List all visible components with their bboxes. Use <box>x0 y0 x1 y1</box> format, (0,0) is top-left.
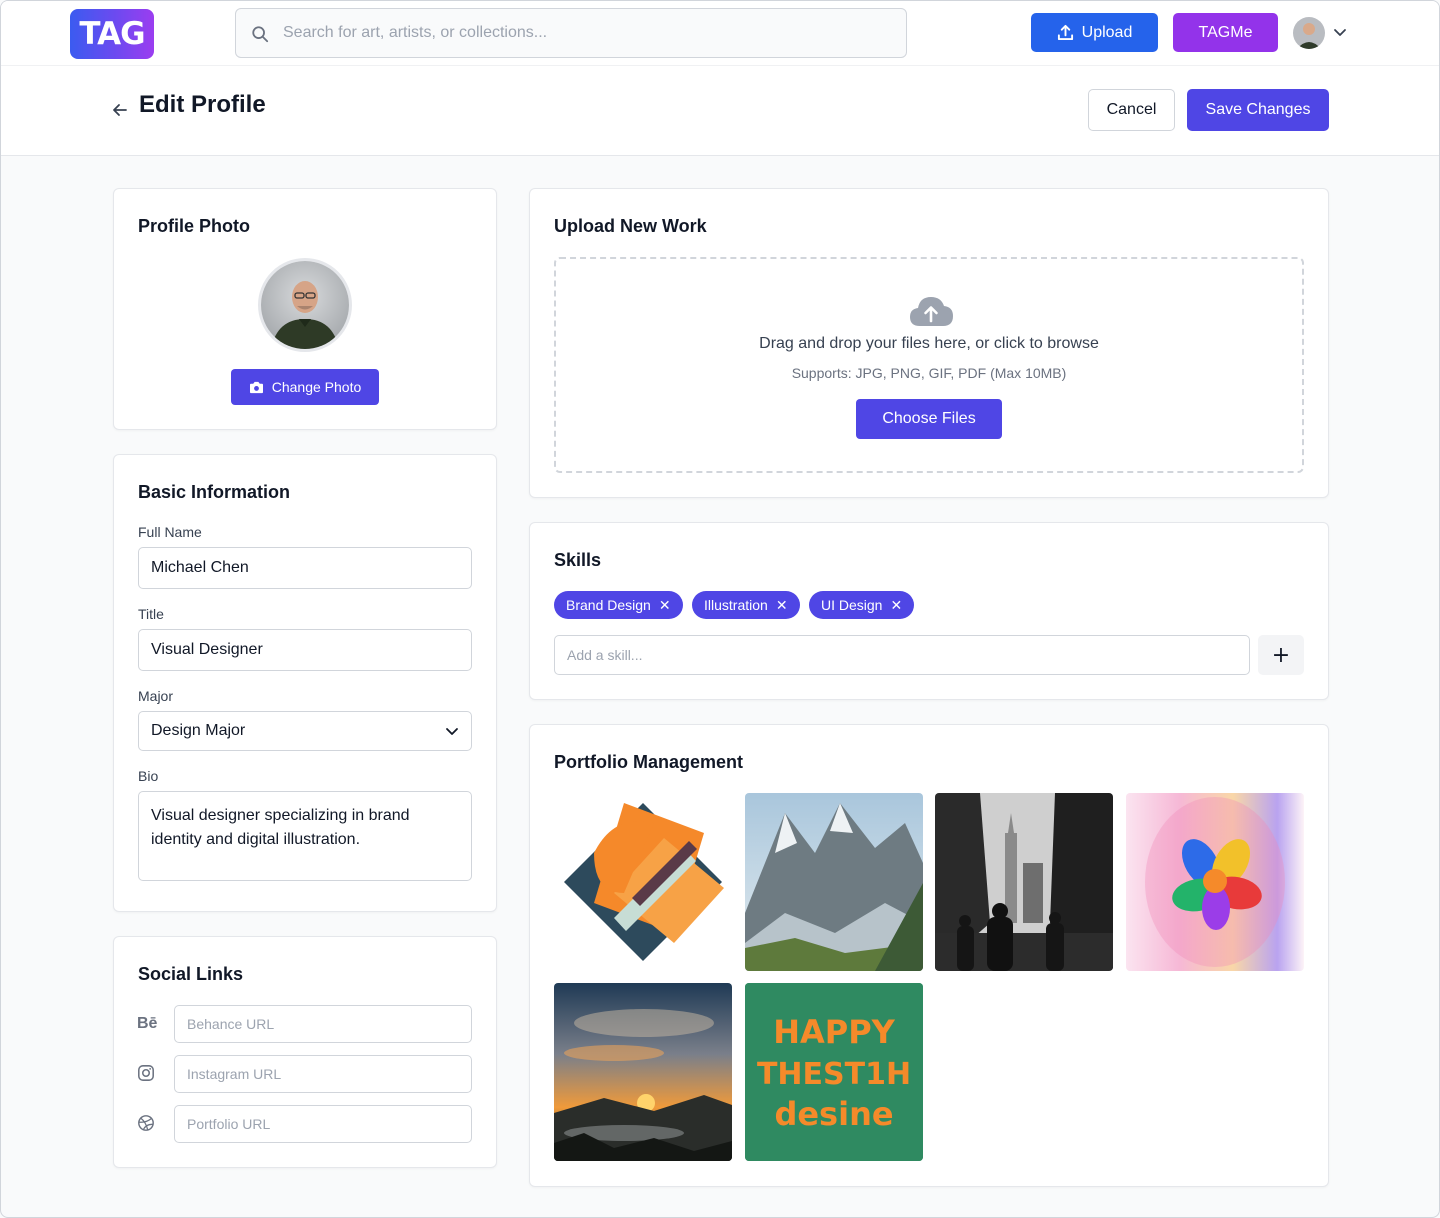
app-frame: TAG Upload TAGMe <box>0 0 1440 1218</box>
title-value: Visual Designer <box>151 641 263 658</box>
basic-info-title: Basic Information <box>138 482 291 502</box>
add-skill-button[interactable]: + <box>1258 635 1304 675</box>
supports-text: Supports: JPG, PNG, GIF, PDF (Max 10MB) <box>791 365 1067 381</box>
major-select[interactable]: Design Major <box>138 711 472 751</box>
instagram-icon <box>138 1065 154 1081</box>
portfolio-item[interactable]: HAPPY THEST1H desine <box>745 983 923 1161</box>
poster-line-3: desine <box>774 1095 893 1133</box>
skill-chip: Illustration ✕ <box>692 591 800 619</box>
skill-chip-label: Illustration <box>704 597 768 613</box>
upload-icon <box>1057 24 1073 41</box>
change-photo-button[interactable]: Change Photo <box>231 369 379 405</box>
portfolio-item[interactable] <box>935 793 1113 971</box>
skill-chip-label: Brand Design <box>566 597 651 613</box>
chevron-down-icon[interactable] <box>1333 26 1347 40</box>
upload-title: Upload New Work <box>554 216 707 236</box>
close-icon[interactable]: ✕ <box>659 598 671 612</box>
camera-icon <box>249 381 263 393</box>
add-skill-input[interactable] <box>554 635 1250 675</box>
bio-textarea[interactable]: Visual designer specializing in brand id… <box>138 791 472 881</box>
portfolio-item[interactable] <box>1126 793 1304 971</box>
portfolio-title: Portfolio Management <box>554 752 744 772</box>
cancel-button[interactable]: Cancel <box>1088 89 1175 131</box>
full-name-label: Full Name <box>138 524 202 540</box>
choose-files-button[interactable]: Choose Files <box>856 399 1002 439</box>
full-name-value: Michael Chen <box>151 559 249 576</box>
basic-info-card: Basic Information Full Name Michael Chen… <box>113 454 497 912</box>
avatar[interactable] <box>1293 17 1325 49</box>
dropzone[interactable]: Drag and drop your files here, or click … <box>554 257 1304 473</box>
full-name-field[interactable]: Michael Chen <box>138 547 472 589</box>
chevron-down-icon <box>446 728 458 735</box>
upload-label: Upload <box>1081 23 1133 41</box>
top-nav: TAG Upload TAGMe <box>1 1 1439 66</box>
profile-avatar <box>258 258 352 352</box>
poster-line-2: THEST1H <box>757 1057 911 1092</box>
save-button[interactable]: Save Changes <box>1187 89 1329 131</box>
poster-line-1: HAPPY <box>773 1013 895 1051</box>
page-header: Edit Profile Cancel Save Changes <box>1 66 1439 156</box>
major-value: Design Major <box>151 722 246 739</box>
close-icon[interactable]: ✕ <box>890 598 902 612</box>
skill-chip-label: UI Design <box>821 597 883 613</box>
tagme-button[interactable]: TAGMe <box>1173 13 1278 52</box>
portfolio-input[interactable] <box>174 1105 472 1143</box>
skill-chip: Brand Design ✕ <box>554 591 683 619</box>
change-photo-label: Change Photo <box>271 379 362 395</box>
search-input[interactable] <box>283 9 883 57</box>
title-field[interactable]: Visual Designer <box>138 629 472 671</box>
logo[interactable]: TAG <box>70 9 154 59</box>
portfolio-item[interactable] <box>745 793 923 971</box>
portfolio-card: Portfolio Management HAPPY THEST1H desin… <box>529 724 1329 1187</box>
back-arrow-icon[interactable] <box>111 101 129 119</box>
skills-card: Skills Brand Design ✕ Illustration ✕ UI … <box>529 522 1329 700</box>
bio-label: Bio <box>138 768 159 784</box>
upload-button[interactable]: Upload <box>1031 13 1158 52</box>
page-title: Edit Profile <box>139 91 266 118</box>
bio-value: Visual designer specializing in brand id… <box>151 807 410 848</box>
close-icon[interactable]: ✕ <box>776 598 788 612</box>
cloud-upload-icon <box>910 297 953 326</box>
major-label: Major <box>138 688 174 704</box>
title-label: Title <box>138 606 164 622</box>
skills-title: Skills <box>554 550 602 570</box>
profile-photo-title: Profile Photo <box>138 216 250 236</box>
upload-card: Upload New Work Drag and drop your files… <box>529 188 1329 498</box>
behance-input[interactable] <box>174 1005 472 1043</box>
dribbble-icon <box>138 1115 154 1131</box>
instagram-input[interactable] <box>174 1055 472 1093</box>
skill-chip: UI Design ✕ <box>809 591 915 619</box>
social-links-title: Social Links <box>138 964 244 984</box>
portfolio-item[interactable] <box>554 983 732 1161</box>
profile-photo-card: Profile Photo Change Photo <box>113 188 497 430</box>
search-bar <box>235 8 907 58</box>
search-icon <box>252 26 269 43</box>
drop-text: Drag and drop your files here, or click … <box>759 335 1099 352</box>
behance-icon: Bē <box>137 1015 158 1032</box>
portfolio-item[interactable] <box>554 793 732 971</box>
social-links-card: Social Links Bē <box>113 936 497 1168</box>
